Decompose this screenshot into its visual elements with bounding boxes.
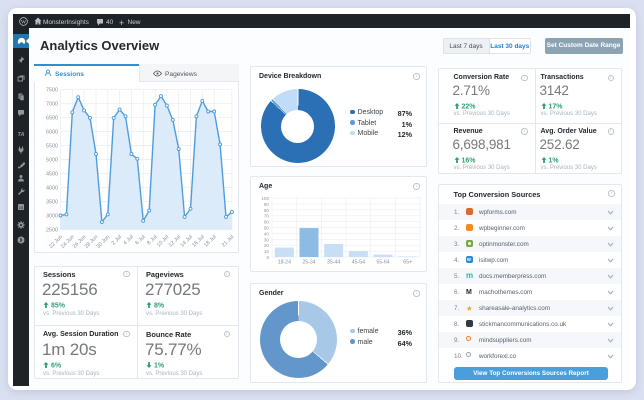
svg-text:25-34: 25-34	[302, 260, 315, 266]
svg-text:16 Jul: 16 Jul	[191, 234, 205, 248]
svg-text:4 Jul: 4 Jul	[123, 234, 135, 246]
svg-text:30: 30	[264, 237, 270, 242]
svg-text:18 Jul: 18 Jul	[203, 234, 217, 248]
svg-text:5500: 5500	[46, 144, 58, 150]
svg-text:55-64: 55-64	[376, 260, 389, 266]
svg-text:80: 80	[264, 208, 270, 213]
svg-text:100: 100	[261, 196, 269, 201]
svg-text:2 Jul: 2 Jul	[111, 234, 123, 246]
svg-text:4000: 4000	[46, 186, 58, 192]
svg-text:3500: 3500	[46, 200, 58, 206]
svg-text:65+: 65+	[403, 260, 412, 266]
svg-text:70: 70	[264, 214, 270, 219]
svg-text:21 Jul: 21 Jul	[221, 234, 235, 248]
svg-text:6000: 6000	[46, 130, 58, 136]
svg-text:60: 60	[264, 220, 270, 225]
svg-text:7500: 7500	[46, 88, 58, 94]
svg-text:20: 20	[264, 243, 270, 248]
svg-text:5000: 5000	[46, 158, 58, 164]
svg-text:45-54: 45-54	[352, 260, 365, 266]
svg-text:14 Jul: 14 Jul	[179, 234, 193, 248]
svg-text:18-24: 18-24	[278, 260, 291, 266]
svg-text:TA: TA	[18, 132, 25, 138]
svg-text:15: 15	[19, 205, 24, 210]
svg-text:35-44: 35-44	[327, 260, 340, 266]
svg-text:30 Jun: 30 Jun	[96, 234, 112, 250]
svg-text:6 Jul: 6 Jul	[134, 234, 146, 246]
svg-text:50: 50	[264, 226, 270, 231]
svg-text:0: 0	[266, 255, 269, 260]
svg-text:40: 40	[264, 231, 270, 236]
svg-text:90: 90	[264, 202, 270, 207]
svg-text:4500: 4500	[46, 172, 58, 178]
svg-text:10 Jul: 10 Jul	[156, 234, 170, 248]
svg-text:6500: 6500	[46, 116, 58, 122]
svg-text:3000: 3000	[46, 214, 58, 220]
svg-text:10: 10	[264, 249, 270, 254]
svg-text:2500: 2500	[46, 228, 58, 234]
svg-text:7000: 7000	[46, 102, 58, 108]
svg-text:12 Jul: 12 Jul	[168, 234, 182, 248]
